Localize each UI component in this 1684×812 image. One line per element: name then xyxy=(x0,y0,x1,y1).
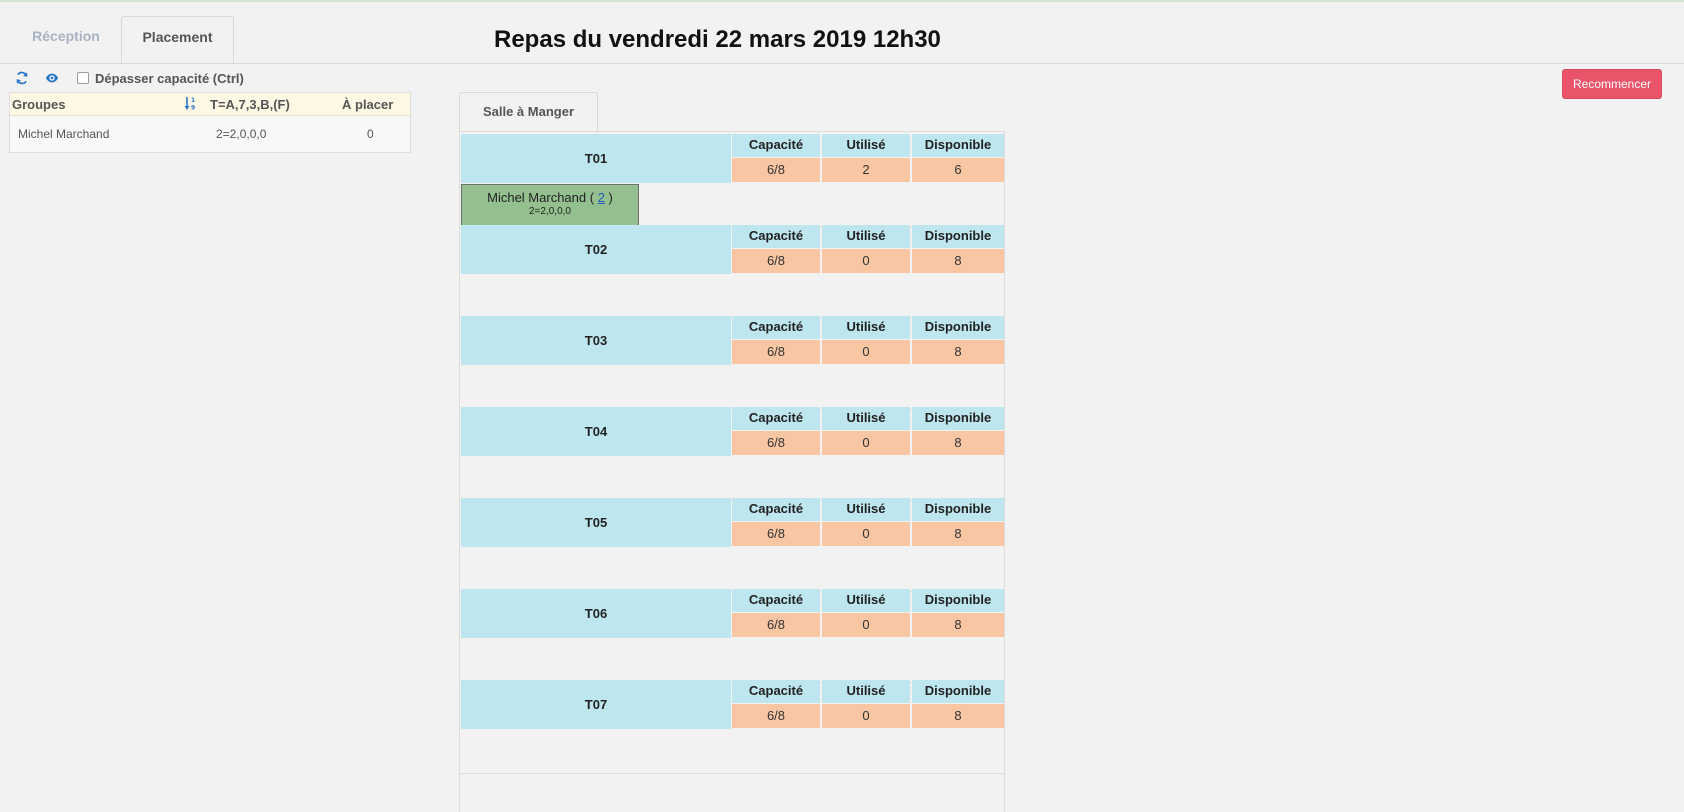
groups-table: Groupes 19 T=A,7,3,B,(F) À placer Michel… xyxy=(9,92,411,153)
table-drop-zone[interactable] xyxy=(460,638,1004,683)
available-header: Disponible xyxy=(912,589,1004,612)
capacity-header: Capacité xyxy=(732,589,820,612)
available-header: Disponible xyxy=(912,407,1004,430)
table-name[interactable]: T05 xyxy=(461,498,731,547)
used-header: Utilisé xyxy=(822,407,910,430)
table-row[interactable]: Michel Marchand 2=2,0,0,0 0 xyxy=(10,116,410,152)
group-name: Michel Marchand xyxy=(18,127,110,141)
table-name[interactable]: T02 xyxy=(461,225,731,274)
table-drop-zone[interactable] xyxy=(460,729,1004,774)
svg-text:1: 1 xyxy=(191,97,195,104)
available-header: Disponible xyxy=(912,225,1004,248)
capacity-header: Capacité xyxy=(732,134,820,157)
used-header: Utilisé xyxy=(822,498,910,521)
table-name[interactable]: T07 xyxy=(461,680,731,729)
table-block-t01: T01 Capacité Utilisé Disponible 6/8 2 6 … xyxy=(460,132,1004,228)
tab-placement[interactable]: Placement xyxy=(121,16,234,64)
overflow-capacity-label: Dépasser capacité (Ctrl) xyxy=(95,70,244,86)
groups-header-name[interactable]: Groupes xyxy=(12,97,65,112)
available-value: 6 xyxy=(912,158,1004,182)
top-accent-line xyxy=(0,0,1684,2)
capacity-value: 6/8 xyxy=(732,340,820,364)
used-value: 0 xyxy=(822,340,910,364)
groups-header-to-place: À placer xyxy=(342,96,394,112)
tab-salle-a-manger[interactable]: Salle à Manger xyxy=(459,92,598,133)
groups-header-row: Groupes 19 T=A,7,3,B,(F) À placer xyxy=(10,93,410,116)
guest-group-name: Michel Marchand xyxy=(487,190,587,205)
available-value: 8 xyxy=(912,704,1004,728)
table-drop-zone[interactable] xyxy=(460,274,1004,319)
used-header: Utilisé xyxy=(822,316,910,339)
capacity-header: Capacité xyxy=(732,316,820,339)
used-header: Utilisé xyxy=(822,134,910,157)
capacity-value: 6/8 xyxy=(732,158,820,182)
capacity-header: Capacité xyxy=(732,407,820,430)
available-header: Disponible xyxy=(912,498,1004,521)
room-panel: T01 Capacité Utilisé Disponible 6/8 2 6 … xyxy=(459,131,1005,812)
used-header: Utilisé xyxy=(822,589,910,612)
eye-icon[interactable] xyxy=(45,71,59,85)
available-header: Disponible xyxy=(912,316,1004,339)
used-value: 0 xyxy=(822,613,910,637)
capacity-header: Capacité xyxy=(732,680,820,703)
svg-text:9: 9 xyxy=(191,105,195,112)
table-block-t06: T06 Capacité Utilisé Disponible 6/8 0 8 xyxy=(460,587,1004,683)
table-drop-zone[interactable] xyxy=(460,365,1004,410)
capacity-value: 6/8 xyxy=(732,249,820,273)
guest-group-count-link[interactable]: 2 xyxy=(598,190,605,205)
table-drop-zone[interactable]: Michel Marchand ( 2 ) 2=2,0,0,0 xyxy=(460,183,1004,228)
sort-numeric-icon[interactable]: 19 xyxy=(184,96,198,111)
capacity-value: 6/8 xyxy=(732,613,820,637)
table-block-t03: T03 Capacité Utilisé Disponible 6/8 0 8 xyxy=(460,314,1004,410)
table-block-t07: T07 Capacité Utilisé Disponible 6/8 0 8 xyxy=(460,678,1004,774)
capacity-value: 6/8 xyxy=(732,431,820,455)
used-value: 0 xyxy=(822,522,910,546)
table-drop-zone[interactable] xyxy=(460,547,1004,592)
tab-reception[interactable]: Réception xyxy=(9,16,123,63)
capacity-header: Capacité xyxy=(732,225,820,248)
used-value: 2 xyxy=(822,158,910,182)
table-block-t05: T05 Capacité Utilisé Disponible 6/8 0 8 xyxy=(460,496,1004,592)
refresh-icon[interactable] xyxy=(15,71,29,85)
table-drop-zone[interactable] xyxy=(460,456,1004,501)
used-header: Utilisé xyxy=(822,680,910,703)
groups-header-types: T=A,7,3,B,(F) xyxy=(210,96,290,112)
tabs-divider xyxy=(0,63,1684,64)
used-value: 0 xyxy=(822,249,910,273)
available-header: Disponible xyxy=(912,680,1004,703)
restart-button[interactable]: Recommencer xyxy=(1562,69,1662,99)
available-value: 8 xyxy=(912,249,1004,273)
toolbar: Dépasser capacité (Ctrl) xyxy=(15,69,244,87)
group-types: 2=2,0,0,0 xyxy=(216,127,267,141)
overflow-capacity-checkbox[interactable] xyxy=(77,72,89,84)
used-value: 0 xyxy=(822,431,910,455)
capacity-value: 6/8 xyxy=(732,522,820,546)
page-title: Repas du vendredi 22 mars 2019 12h30 xyxy=(494,26,941,53)
table-name[interactable]: T03 xyxy=(461,316,731,365)
guest-group-card[interactable]: Michel Marchand ( 2 ) 2=2,0,0,0 xyxy=(461,184,639,226)
guest-group-detail: 2=2,0,0,0 xyxy=(529,206,571,217)
table-name[interactable]: T06 xyxy=(461,589,731,638)
available-value: 8 xyxy=(912,613,1004,637)
table-block-t04: T04 Capacité Utilisé Disponible 6/8 0 8 xyxy=(460,405,1004,501)
available-header: Disponible xyxy=(912,134,1004,157)
used-value: 0 xyxy=(822,704,910,728)
table-name[interactable]: T04 xyxy=(461,407,731,456)
available-value: 8 xyxy=(912,522,1004,546)
used-header: Utilisé xyxy=(822,225,910,248)
available-value: 8 xyxy=(912,340,1004,364)
capacity-value: 6/8 xyxy=(732,704,820,728)
group-to-place: 0 xyxy=(367,127,374,141)
table-block-t02: T02 Capacité Utilisé Disponible 6/8 0 8 xyxy=(460,223,1004,319)
table-name[interactable]: T01 xyxy=(461,134,731,183)
available-value: 8 xyxy=(912,431,1004,455)
capacity-header: Capacité xyxy=(732,498,820,521)
